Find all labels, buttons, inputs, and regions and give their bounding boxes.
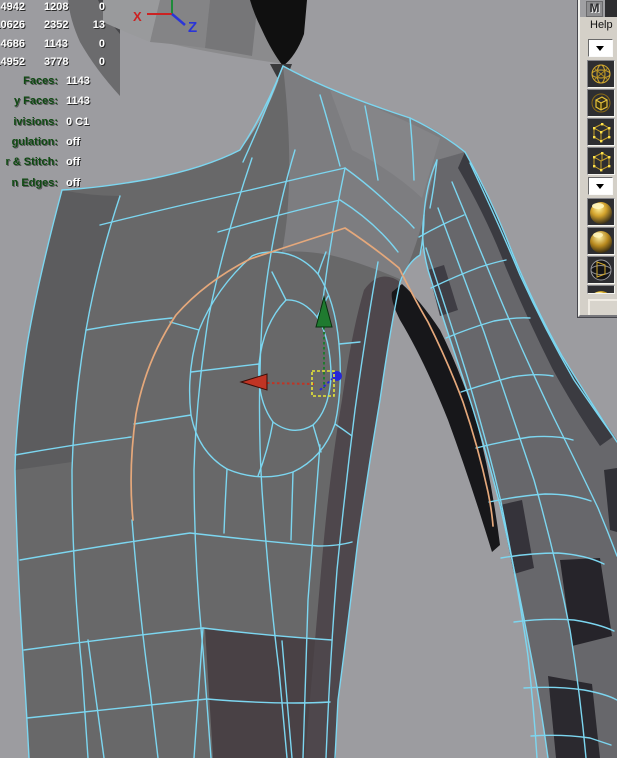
hud-readout-value: 1143: [66, 95, 90, 107]
hud-edges-selected: 13: [90, 19, 105, 31]
poly-cube-vertices-icon[interactable]: [587, 118, 615, 146]
dark-sphere-wire-icon[interactable]: [587, 256, 615, 284]
hud-readout-value: off: [66, 136, 80, 148]
hud-readout-label: Faces:: [0, 75, 58, 87]
hud-readout-label: y Faces:: [0, 95, 58, 107]
hud-readout-label: r & Stitch:: [0, 156, 58, 168]
axis-x-label: X: [133, 9, 142, 24]
hud-uvs-total: 14952: [0, 56, 25, 68]
hud-uvs-object: 3778: [44, 56, 68, 68]
maya-logo-icon[interactable]: M: [586, 1, 603, 17]
hud-verts-selected: 0: [90, 1, 105, 13]
panel-bottom-button[interactable]: [588, 299, 617, 317]
hud-edges-total: 10626: [0, 19, 25, 31]
poly-cube-in-sphere-icon[interactable]: [587, 89, 615, 117]
hud-readout-value: off: [66, 156, 80, 168]
menu-help[interactable]: Help: [590, 19, 613, 31]
hud-faces-selected: 0: [90, 38, 105, 50]
hud-readout-label: ivisions:: [0, 116, 58, 128]
3d-viewport[interactable]: X Z 4942 1208 0 10626 2352 13 4686 1143 …: [0, 0, 617, 758]
poly-cube-vertices-alt-icon[interactable]: [587, 147, 615, 175]
hud-faces-object: 1143: [44, 38, 68, 50]
shelf-tab-dropdown[interactable]: [588, 39, 613, 57]
hud-verts-total: 4942: [0, 1, 25, 13]
hud-verts-object: 1208: [44, 1, 68, 13]
floating-shelf-window: M Help: [577, 0, 617, 318]
window-menubar: Help: [580, 17, 617, 33]
shaded-gold-sphere-alt-icon[interactable]: [587, 227, 615, 255]
hud-readout-value: 1143: [66, 75, 90, 87]
window-title-fragment: [605, 0, 617, 17]
hud-readout-value: 0 C1: [66, 116, 89, 128]
hud-uvs-selected: 0: [90, 56, 105, 68]
hud-edges-object: 2352: [44, 19, 68, 31]
hud-faces-total: 4686: [0, 38, 25, 50]
mesh-scene[interactable]: X Z: [0, 0, 617, 758]
axis-z-label: Z: [188, 19, 197, 36]
hud-readout-value: off: [66, 177, 80, 189]
shelf-tab-dropdown-2[interactable]: [588, 177, 613, 195]
window-titlebar[interactable]: M: [580, 0, 617, 17]
poly-sphere-wire-icon[interactable]: [587, 60, 615, 88]
hud-readout-label: n Edges:: [0, 177, 58, 189]
shaded-gold-sphere-icon[interactable]: [587, 198, 615, 226]
hud-readout-label: gulation:: [0, 136, 58, 148]
shaded-gold-partial-icon[interactable]: [587, 285, 615, 294]
